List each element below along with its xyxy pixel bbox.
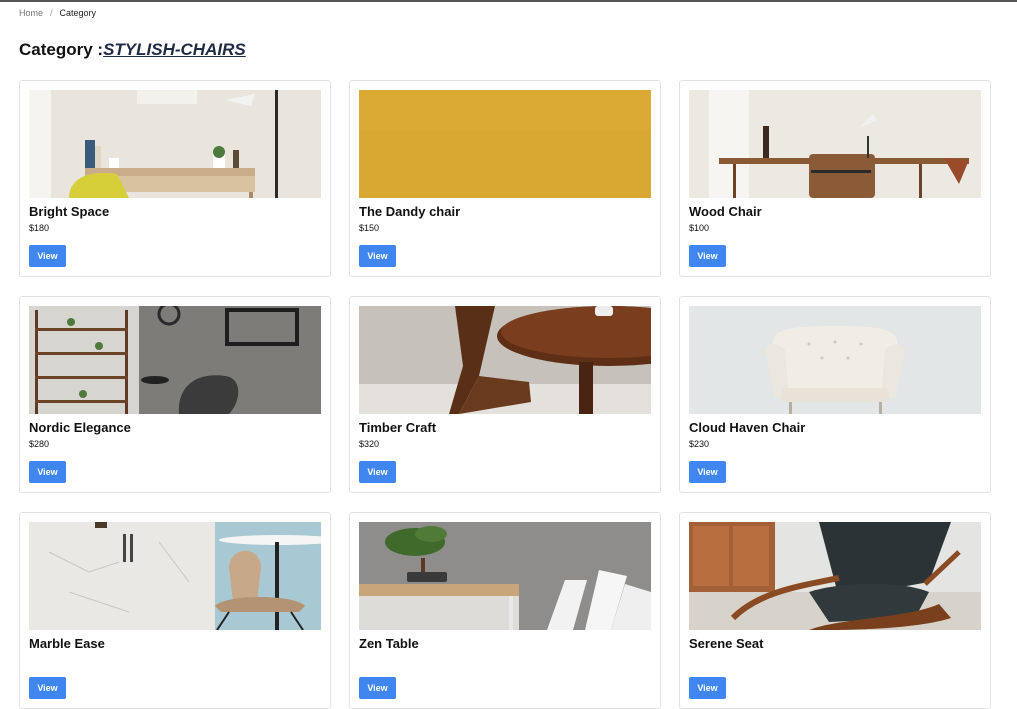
top-border xyxy=(0,0,1017,2)
product-card: Serene Seat View xyxy=(679,512,991,709)
product-name: Cloud Haven Chair xyxy=(689,420,806,435)
product-name: Zen Table xyxy=(359,636,419,651)
view-button[interactable]: View xyxy=(689,245,726,267)
page-title-prefix: Category : xyxy=(19,40,104,59)
product-image[interactable] xyxy=(689,522,981,630)
product-name: The Dandy chair xyxy=(359,204,461,219)
product-image[interactable] xyxy=(29,522,321,630)
page-title: Category :STYLISH-CHAIRS xyxy=(19,40,246,60)
product-image[interactable] xyxy=(29,90,321,198)
product-image[interactable] xyxy=(689,306,981,414)
product-card: Bright Space $180 View xyxy=(19,80,331,277)
product-image[interactable] xyxy=(359,306,651,414)
product-price: $150 xyxy=(359,223,380,233)
product-price: $280 xyxy=(29,439,50,449)
view-button[interactable]: View xyxy=(359,245,396,267)
product-card: Wood Chair $100 View xyxy=(679,80,991,277)
product-card: Nordic Elegance $280 View xyxy=(19,296,331,493)
product-name: Bright Space xyxy=(29,204,110,219)
product-card: Marble Ease View xyxy=(19,512,331,709)
product-card: Zen Table View xyxy=(349,512,661,709)
product-image[interactable] xyxy=(359,90,651,198)
view-button[interactable]: View xyxy=(29,677,66,699)
product-card: Timber Craft $320 View xyxy=(349,296,661,493)
breadcrumb: Home / Category xyxy=(19,8,96,18)
product-name: Wood Chair xyxy=(689,204,762,219)
breadcrumb-separator: / xyxy=(50,8,53,18)
category-link[interactable]: STYLISH-CHAIRS xyxy=(103,40,246,59)
view-button[interactable]: View xyxy=(689,461,726,483)
product-card: Cloud Haven Chair $230 View xyxy=(679,296,991,493)
view-button[interactable]: View xyxy=(359,461,396,483)
product-price: $320 xyxy=(359,439,380,449)
product-name: Serene Seat xyxy=(689,636,764,651)
breadcrumb-current: Category xyxy=(59,8,97,18)
product-grid: Bright Space $180 View The Dandy chair $… xyxy=(19,80,991,709)
product-image[interactable] xyxy=(29,306,321,414)
product-price: $100 xyxy=(689,223,710,233)
product-price: $180 xyxy=(29,223,50,233)
view-button[interactable]: View xyxy=(359,677,396,699)
breadcrumb-home-link[interactable]: Home xyxy=(19,8,43,18)
view-button[interactable]: View xyxy=(689,677,726,699)
product-price: $230 xyxy=(689,439,710,449)
view-button[interactable]: View xyxy=(29,245,66,267)
view-button[interactable]: View xyxy=(29,461,66,483)
product-card: The Dandy chair $150 View xyxy=(349,80,661,277)
product-name: Timber Craft xyxy=(359,420,437,435)
product-image[interactable] xyxy=(359,522,651,630)
product-image[interactable] xyxy=(689,90,981,198)
product-name: Nordic Elegance xyxy=(29,420,131,435)
product-name: Marble Ease xyxy=(29,636,105,651)
